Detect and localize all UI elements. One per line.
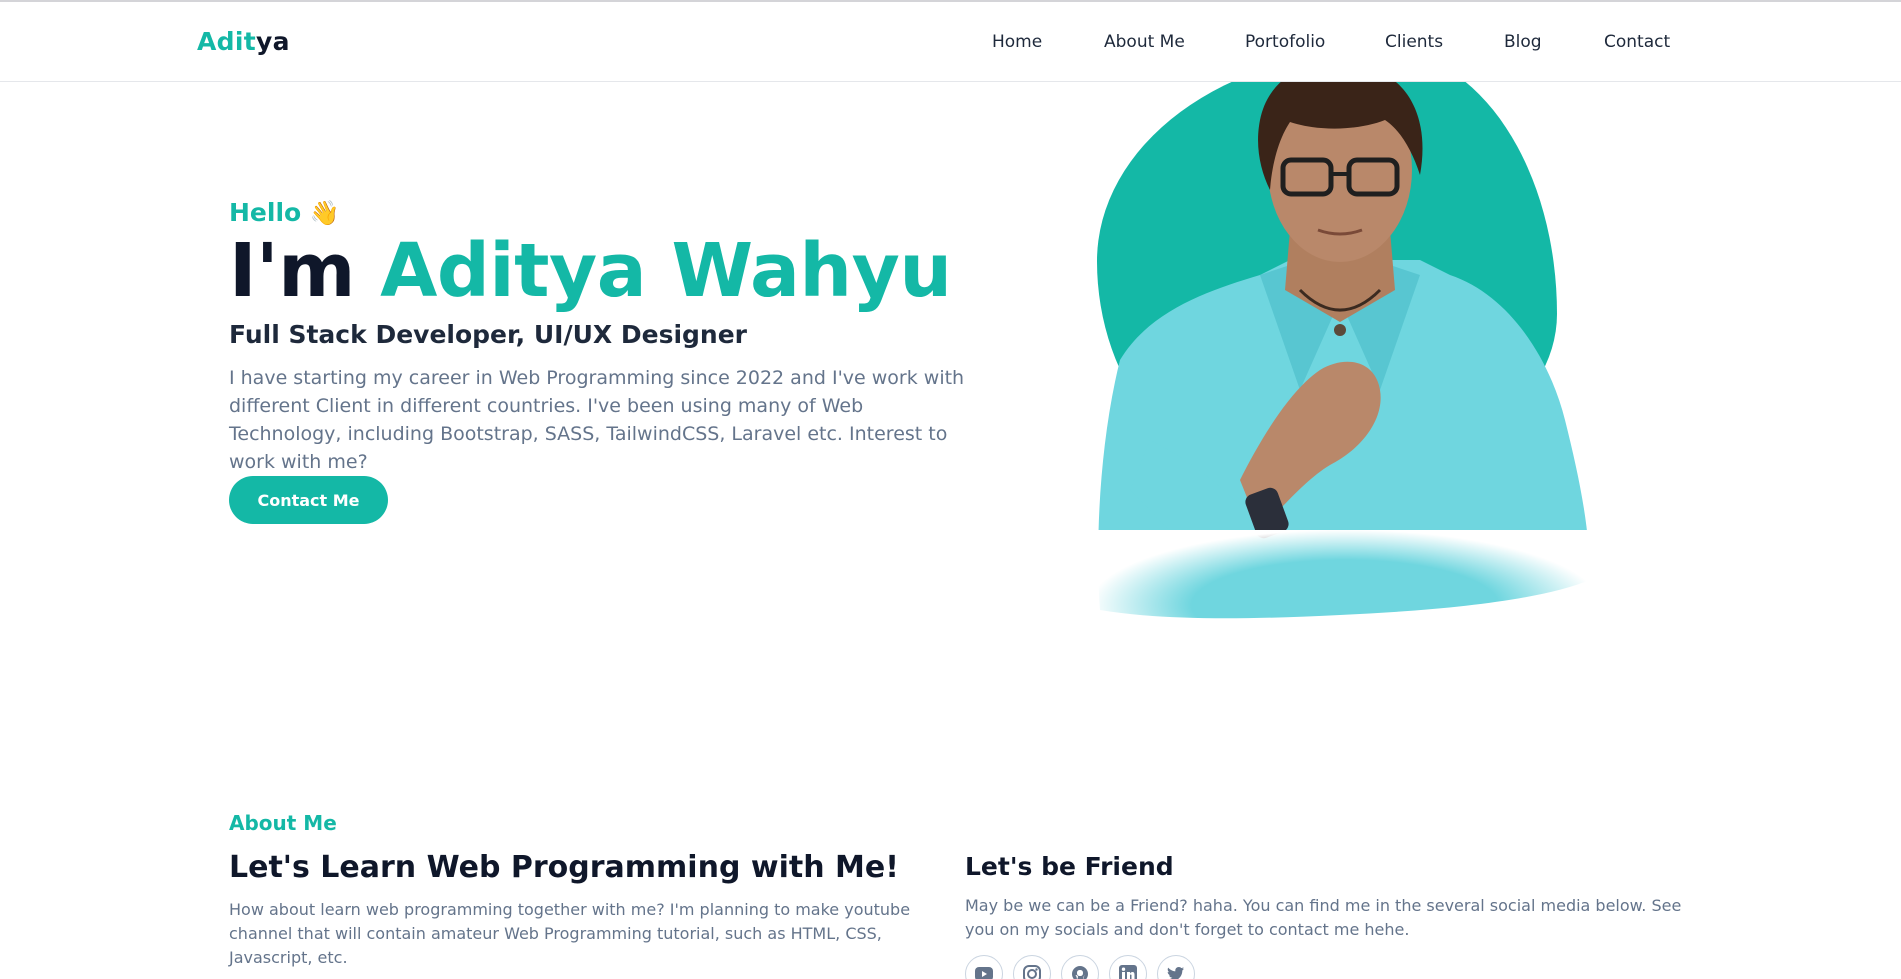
instagram-link[interactable]	[1013, 955, 1051, 979]
linkedin-link[interactable]	[1109, 955, 1147, 979]
hero-title-name: Aditya Wahyu	[380, 228, 952, 314]
about-description: How about learn web programming together…	[229, 900, 911, 967]
hero-greeting: Hello 👋	[229, 198, 340, 227]
hero-title: I'm Aditya Wahyu	[229, 228, 952, 314]
github-link[interactable]	[1061, 955, 1099, 979]
nav-link-portofolio[interactable]: Portofolio	[1245, 32, 1325, 52]
about-section-label: About Me	[229, 811, 337, 835]
nav-link-clients[interactable]: Clients	[1385, 32, 1443, 52]
friend-description: May be we can be a Friend? haha. You can…	[965, 896, 1682, 939]
friend-title: Let's be Friend	[965, 852, 1174, 881]
youtube-link[interactable]	[965, 955, 1003, 979]
about-title: Let's Learn Web Programming with Me!	[229, 850, 899, 885]
profile-photo	[1090, 62, 1600, 680]
nav-link-blog[interactable]: Blog	[1504, 32, 1542, 52]
twitter-icon	[1167, 967, 1184, 979]
contact-me-button[interactable]: Contact Me	[229, 476, 388, 524]
site-logo[interactable]: Aditya	[197, 27, 290, 56]
nav-link-contact[interactable]: Contact	[1604, 32, 1670, 52]
instagram-icon	[1023, 965, 1041, 979]
hero-role: Full Stack Developer, UI/UX Designer	[229, 320, 748, 349]
nav-link-about-me[interactable]: About Me	[1104, 32, 1185, 52]
twitter-link[interactable]	[1157, 955, 1195, 979]
nav-link-home[interactable]: Home	[992, 32, 1042, 52]
hero-description: I have starting my career in Web Program…	[229, 367, 965, 473]
youtube-icon	[975, 967, 993, 979]
logo-accent-text: Adit	[197, 27, 256, 56]
hero-title-prefix: I'm	[229, 228, 355, 314]
greeting-text: Hello	[229, 198, 302, 227]
github-icon	[1072, 966, 1088, 979]
waving-hand-icon: 👋	[309, 199, 340, 227]
navbar: Aditya Home About Me Portofolio Clients …	[0, 2, 1901, 82]
logo-dark-text: ya	[255, 27, 290, 56]
linkedin-icon	[1119, 965, 1137, 979]
